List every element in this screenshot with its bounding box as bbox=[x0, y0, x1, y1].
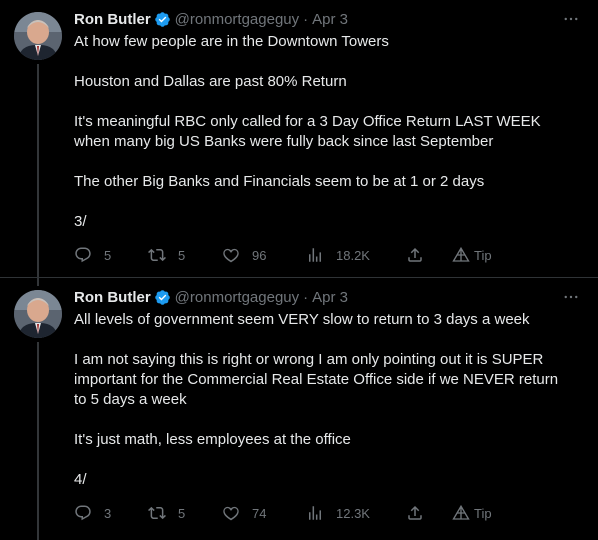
author-name[interactable]: Ron Butler bbox=[74, 11, 151, 28]
tweet-paragraph: 3/ bbox=[74, 213, 87, 230]
heart-icon bbox=[223, 506, 239, 521]
tip-label: Tip bbox=[474, 247, 492, 263]
retweet-icon bbox=[148, 248, 166, 262]
tweet-4[interactable]: Ron Butler @ronmortgageguy · Apr 3 All l… bbox=[0, 278, 598, 540]
share-icon bbox=[408, 505, 422, 520]
tweet-3[interactable]: Ron Butler @ronmortgageguy · Apr 3 At ho… bbox=[0, 0, 598, 286]
author-handle[interactable]: @ronmortgageguy bbox=[175, 289, 299, 306]
reply-button[interactable]: 3 bbox=[74, 503, 111, 523]
thread-line bbox=[37, 342, 39, 540]
reply-count: 3 bbox=[104, 505, 112, 521]
tip-button[interactable]: Tip bbox=[452, 245, 492, 265]
tweet-paragraph: All levels of government seem VERY slow … bbox=[74, 311, 530, 328]
tweet-paragraph: The other Big Banks and Financials seem … bbox=[74, 173, 485, 190]
reply-bubble-icon bbox=[75, 247, 91, 263]
separator: · bbox=[303, 10, 309, 28]
view-count: 12.3K bbox=[336, 505, 370, 521]
reply-bubble-icon bbox=[75, 505, 91, 521]
tweet-paragraph: 4/ bbox=[74, 471, 87, 488]
heart-icon bbox=[223, 248, 239, 263]
like-count: 96 bbox=[252, 247, 267, 263]
tweet-paragraph: I am not saying this is right or wrong I… bbox=[74, 351, 559, 408]
tweet-actions: 5 5 96 18.2K Tip bbox=[74, 245, 524, 265]
retweet-button[interactable]: 5 bbox=[148, 245, 185, 265]
author-name[interactable]: Ron Butler bbox=[74, 289, 151, 306]
verified-badge-icon bbox=[154, 289, 171, 306]
views-button[interactable]: 18.2K bbox=[306, 245, 370, 265]
like-button[interactable]: 96 bbox=[222, 245, 266, 265]
tweet-actions: 3 5 74 12.3K Tip bbox=[74, 503, 524, 523]
views-bar-icon bbox=[309, 248, 321, 262]
tweet-paragraph: At how few people are in the Downtown To… bbox=[74, 33, 389, 50]
like-button[interactable]: 74 bbox=[222, 503, 266, 523]
share-icon bbox=[408, 247, 422, 262]
tweet-paragraph: It's just math, less employees at the of… bbox=[74, 431, 351, 448]
avatar[interactable] bbox=[14, 12, 62, 60]
separator: · bbox=[303, 288, 309, 306]
tip-icon bbox=[452, 504, 470, 520]
retweet-count: 5 bbox=[178, 247, 186, 263]
tweet-date[interactable]: Apr 3 bbox=[312, 289, 348, 306]
more-dots-icon[interactable] bbox=[560, 286, 582, 308]
avatar[interactable] bbox=[14, 290, 62, 338]
views-bar-icon bbox=[309, 506, 321, 520]
reply-count: 5 bbox=[104, 247, 112, 263]
reply-button[interactable]: 5 bbox=[74, 245, 111, 265]
views-button[interactable]: 12.3K bbox=[306, 503, 370, 523]
tweet-text: At how few people are in the Downtown To… bbox=[74, 32, 574, 232]
tip-icon bbox=[452, 246, 470, 262]
share-button[interactable] bbox=[406, 245, 424, 265]
verified-badge-icon bbox=[154, 11, 171, 28]
thread-line bbox=[37, 64, 39, 286]
tweet-header: Ron Butler @ronmortgageguy · Apr 3 bbox=[74, 286, 348, 308]
tweet-header: Ron Butler @ronmortgageguy · Apr 3 bbox=[74, 8, 348, 30]
tweet-paragraph: It's meaningful RBC only called for a 3 … bbox=[74, 113, 541, 150]
retweet-button[interactable]: 5 bbox=[148, 503, 185, 523]
like-count: 74 bbox=[252, 505, 267, 521]
tip-button[interactable]: Tip bbox=[452, 503, 492, 523]
tip-label: Tip bbox=[474, 505, 492, 521]
author-handle[interactable]: @ronmortgageguy bbox=[175, 11, 299, 28]
retweet-count: 5 bbox=[178, 505, 186, 521]
view-count: 18.2K bbox=[336, 247, 370, 263]
share-button[interactable] bbox=[406, 503, 424, 523]
retweet-icon bbox=[148, 506, 166, 520]
tweet-text: All levels of government seem VERY slow … bbox=[74, 310, 574, 490]
tweet-date[interactable]: Apr 3 bbox=[312, 11, 348, 28]
more-dots-icon[interactable] bbox=[560, 8, 582, 30]
tweet-paragraph: Houston and Dallas are past 80% Return bbox=[74, 73, 347, 90]
